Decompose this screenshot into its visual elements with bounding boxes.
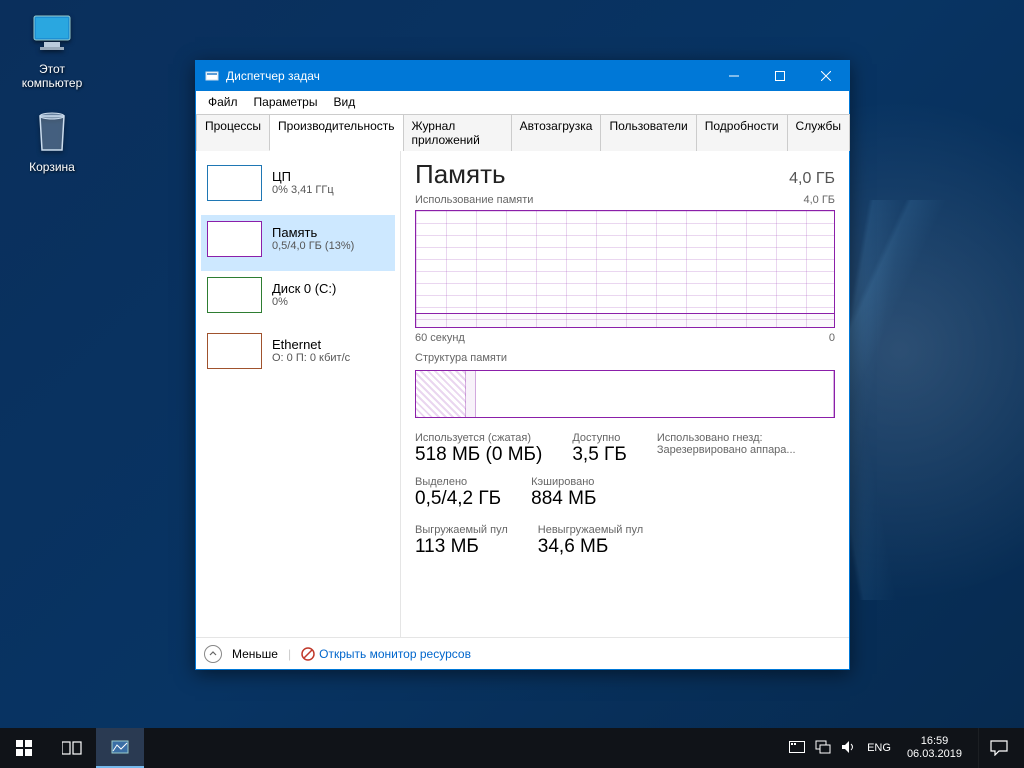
tray-language-indicator[interactable]: ENG [867, 742, 891, 754]
stat-available-value: 3,5 ГБ [572, 444, 626, 466]
sidebar-item-sub: 0% [272, 296, 336, 308]
taskbar: ENG 16:59 06.03.2019 [0, 728, 1024, 768]
desktop-icon-this-pc[interactable]: Этот компьютер [12, 10, 92, 90]
tabbar: Процессы Производительность Журнал прило… [196, 113, 849, 151]
memory-thumbnail-icon [207, 221, 262, 257]
composition-label: Структура памяти [415, 352, 507, 364]
usage-chart-label: Использование памяти [415, 194, 533, 206]
titlebar[interactable]: Диспетчер задач [196, 61, 849, 91]
minimize-button[interactable] [711, 61, 757, 91]
desktop-icon-label: Корзина [12, 160, 92, 174]
tray-network-icon[interactable] [815, 740, 831, 757]
menubar: Файл Параметры Вид [196, 91, 849, 113]
fewer-details-button[interactable]: Меньше [232, 647, 278, 661]
mem-seg-modified [466, 371, 476, 417]
xaxis-left: 60 секунд [415, 332, 465, 344]
stat-in-use-label: Используется (сжатая) [415, 432, 542, 444]
tab-app-history[interactable]: Журнал приложений [403, 114, 512, 151]
stat-nonpaged-label: Невыгружаемый пул [538, 524, 643, 536]
sidebar-item-sub: О: 0 П: 0 кбит/с [272, 352, 350, 364]
stat-in-use-value: 518 МБ (0 МБ) [415, 444, 542, 466]
fewer-details-icon[interactable] [204, 645, 222, 663]
sidebar-item-sub: 0,5/4,0 ГБ (13%) [272, 240, 354, 252]
taskbar-app-task-manager[interactable] [96, 728, 144, 768]
resmon-icon [301, 647, 315, 661]
detail-heading: Память [415, 159, 506, 190]
tray-input-indicator-icon[interactable] [789, 741, 805, 756]
stat-cached-label: Кэшировано [531, 476, 596, 488]
action-center-button[interactable] [978, 728, 1018, 768]
sidebar-item-title: Ethernet [272, 337, 350, 352]
taskbar-date: 06.03.2019 [907, 748, 962, 761]
sidebar-item-disk[interactable]: Диск 0 (C:) 0% [201, 271, 395, 327]
menu-file[interactable]: Файл [200, 93, 246, 111]
tab-details[interactable]: Подробности [696, 114, 788, 151]
menu-options[interactable]: Параметры [246, 93, 326, 111]
menu-view[interactable]: Вид [325, 93, 363, 111]
app-icon [204, 68, 220, 84]
stat-available-label: Доступно [572, 432, 626, 444]
desktop-icon-label: Этот компьютер [12, 62, 92, 90]
cpu-thumbnail-icon [207, 165, 262, 201]
taskbar-clock[interactable]: 16:59 06.03.2019 [901, 735, 968, 761]
sidebar-item-cpu[interactable]: ЦП 0% 3,41 ГГц [201, 159, 395, 215]
stat-nonpaged-value: 34,6 МБ [538, 536, 643, 558]
memory-composition-bar [415, 370, 835, 418]
performance-detail-pane: Память 4,0 ГБ Использование памяти 4,0 Г… [401, 151, 849, 637]
task-manager-window: Диспетчер задач Файл Параметры Вид Проце… [195, 60, 850, 670]
performance-sidebar: ЦП 0% 3,41 ГГц Память 0,5/4,0 ГБ (13%) Д… [196, 151, 401, 637]
stat-paged-value: 113 МБ [415, 536, 508, 558]
stat-slots-value: Зарезервировано аппара... [657, 444, 796, 456]
sidebar-item-ethernet[interactable]: Ethernet О: 0 П: 0 кбит/с [201, 327, 395, 383]
task-view-button[interactable] [48, 728, 96, 768]
usage-chart-max: 4,0 ГБ [803, 194, 835, 206]
tab-performance[interactable]: Производительность [269, 114, 403, 151]
start-button[interactable] [0, 728, 48, 768]
tray-volume-icon[interactable] [841, 740, 857, 757]
tab-services[interactable]: Службы [787, 114, 850, 151]
sidebar-item-sub: 0% 3,41 ГГц [272, 184, 334, 196]
sidebar-item-title: Диск 0 (C:) [272, 281, 336, 296]
mem-seg-in-use [416, 371, 466, 417]
pc-icon [28, 10, 76, 58]
sidebar-item-memory[interactable]: Память 0,5/4,0 ГБ (13%) [201, 215, 395, 271]
taskbar-time: 16:59 [907, 735, 962, 748]
tab-startup[interactable]: Автозагрузка [511, 114, 602, 151]
window-title: Диспетчер задач [226, 69, 320, 83]
tab-users[interactable]: Пользователи [600, 114, 696, 151]
maximize-button[interactable] [757, 61, 803, 91]
stat-cached-value: 884 МБ [531, 488, 596, 510]
desktop-icon-recycle-bin[interactable]: Корзина [12, 108, 92, 174]
stat-committed-label: Выделено [415, 476, 501, 488]
memory-usage-chart [415, 210, 835, 328]
stat-committed-value: 0,5/4,2 ГБ [415, 488, 501, 510]
detail-capacity: 4,0 ГБ [789, 170, 835, 188]
stat-slots-label: Использовано гнезд: [657, 432, 796, 444]
system-tray: ENG 16:59 06.03.2019 [789, 728, 1024, 768]
mem-seg-free [476, 371, 834, 417]
tab-processes[interactable]: Процессы [196, 114, 270, 151]
close-button[interactable] [803, 61, 849, 91]
sidebar-item-title: ЦП [272, 169, 334, 184]
open-resource-monitor-link[interactable]: Открыть монитор ресурсов [301, 647, 471, 661]
sidebar-item-title: Память [272, 225, 354, 240]
xaxis-right: 0 [829, 332, 835, 344]
disk-thumbnail-icon [207, 277, 262, 313]
window-footer: Меньше | Открыть монитор ресурсов [196, 637, 849, 669]
recycle-bin-icon [28, 108, 76, 156]
ethernet-thumbnail-icon [207, 333, 262, 369]
stat-paged-label: Выгружаемый пул [415, 524, 508, 536]
